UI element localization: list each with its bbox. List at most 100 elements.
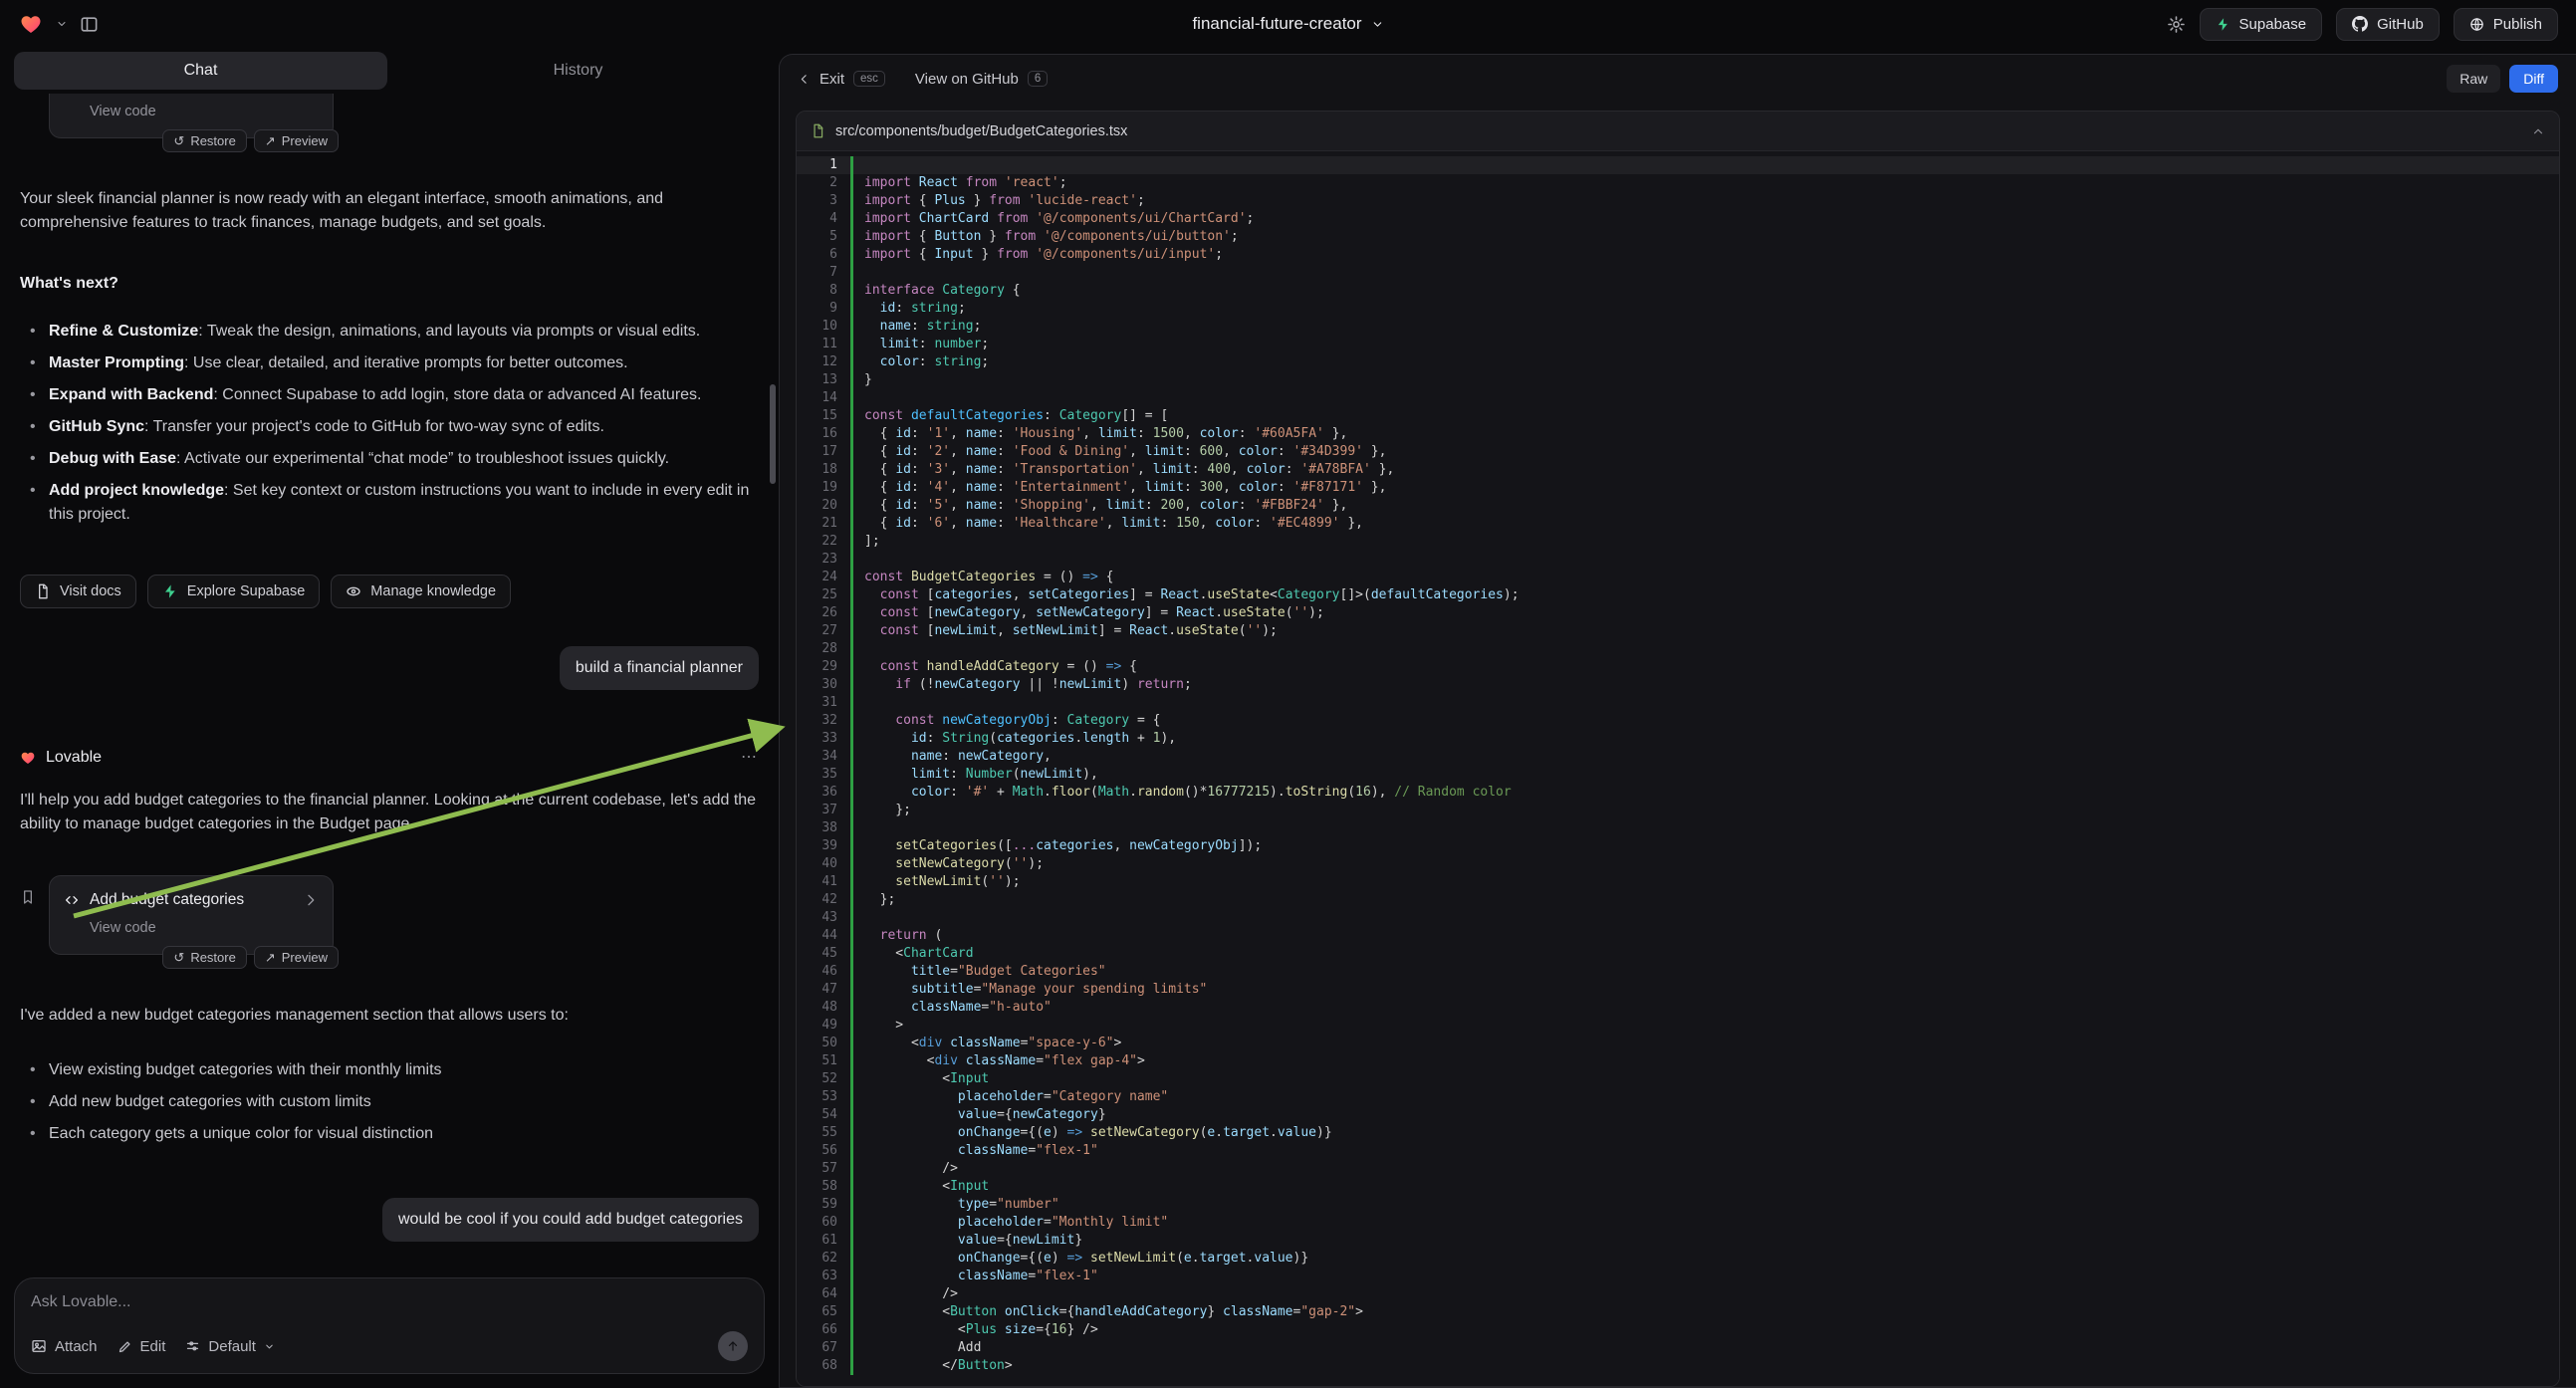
code-text bbox=[853, 551, 864, 569]
composer-toolbar: Attach Edit Default bbox=[31, 1331, 748, 1361]
preview-button[interactable]: ↗Preview bbox=[254, 946, 339, 969]
diff-toggle-button[interactable]: Diff bbox=[2509, 65, 2558, 93]
assistant-name: Lovable bbox=[46, 746, 102, 770]
lovable-logo-icon[interactable] bbox=[18, 12, 44, 36]
code-text: name: string; bbox=[853, 318, 981, 336]
restore-button[interactable]: ↺ Restore bbox=[162, 946, 246, 969]
line-number: 39 bbox=[797, 837, 850, 855]
tab-history[interactable]: History bbox=[391, 52, 765, 90]
code-text: const BudgetCategories = () => { bbox=[853, 569, 1113, 586]
chat-input[interactable] bbox=[31, 1293, 748, 1311]
code-line: 4import ChartCard from '@/components/ui/… bbox=[797, 210, 2559, 228]
message-menu[interactable]: ⋯ bbox=[741, 746, 759, 770]
chat-heading: What's next? bbox=[20, 272, 759, 296]
line-number: 63 bbox=[797, 1268, 850, 1285]
code-text: <Input bbox=[853, 1070, 989, 1088]
line-number: 16 bbox=[797, 425, 850, 443]
line-number: 65 bbox=[797, 1303, 850, 1321]
chip-visit-docs[interactable]: Visit docs bbox=[20, 575, 136, 608]
edit-label: Edit bbox=[140, 1338, 166, 1355]
line-number: 45 bbox=[797, 945, 850, 963]
view-on-github-button[interactable]: View on GitHub 6 bbox=[915, 71, 1048, 88]
view-code-link[interactable]: View code bbox=[90, 918, 319, 940]
line-number: 48 bbox=[797, 999, 850, 1017]
code-line: 33 id: String(categories.length + 1), bbox=[797, 730, 2559, 748]
code-text: className="flex-1" bbox=[853, 1142, 1098, 1160]
code-line: 65 <Button onClick={handleAddCategory} c… bbox=[797, 1303, 2559, 1321]
code-editor[interactable]: 12import React from 'react';3import { Pl… bbox=[797, 151, 2559, 1386]
project-chevron-icon bbox=[1371, 18, 1384, 31]
edit-button[interactable]: Edit bbox=[117, 1338, 166, 1355]
code-line: 66 <Plus size={16} /> bbox=[797, 1321, 2559, 1339]
toggle-sidebar-icon[interactable] bbox=[80, 15, 99, 34]
attach-button[interactable]: Attach bbox=[31, 1338, 98, 1355]
chip-explore-supabase[interactable]: Explore Supabase bbox=[147, 575, 321, 608]
project-name: financial-future-creator bbox=[1192, 14, 1361, 34]
code-text: <ChartCard bbox=[853, 945, 974, 963]
chat-scroll[interactable]: Clean, intuitive navigationFor the desig… bbox=[0, 94, 779, 1270]
restore-label: Restore bbox=[190, 950, 236, 965]
code-text bbox=[853, 640, 864, 658]
raw-toggle-button[interactable]: Raw bbox=[2447, 65, 2500, 93]
sliders-icon bbox=[185, 1339, 200, 1354]
tab-chat[interactable]: Chat bbox=[14, 52, 387, 90]
code-text: limit: number; bbox=[853, 336, 989, 353]
chip-manage-knowledge[interactable]: Manage knowledge bbox=[331, 575, 511, 608]
restore-button[interactable]: ↺Restore bbox=[162, 129, 246, 152]
code-line: 35 limit: Number(newLimit), bbox=[797, 766, 2559, 784]
send-button[interactable] bbox=[718, 1331, 748, 1361]
code-line: 41 setNewLimit(''); bbox=[797, 873, 2559, 891]
chevron-left-icon bbox=[798, 73, 811, 86]
composer: Attach Edit Default bbox=[14, 1277, 765, 1374]
code-card-add-budget-categories[interactable]: Add budget categoriesView code↺Restore↗P… bbox=[49, 875, 334, 955]
code-line: 21 { id: '6', name: 'Healthcare', limit:… bbox=[797, 515, 2559, 533]
code-line: 10 name: string; bbox=[797, 318, 2559, 336]
supabase-button[interactable]: Supabase bbox=[2200, 8, 2323, 41]
exit-label: Exit bbox=[820, 71, 844, 88]
code-text: title="Budget Categories" bbox=[853, 963, 1106, 981]
bullet-item: View existing budget categories with the… bbox=[30, 1058, 759, 1082]
line-number: 9 bbox=[797, 300, 850, 318]
code-text bbox=[853, 264, 864, 282]
default-mode-button[interactable]: Default bbox=[185, 1338, 275, 1355]
line-number: 6 bbox=[797, 246, 850, 264]
restore-icon: ↺ bbox=[173, 951, 184, 964]
bullet-item: Add new budget categories with custom li… bbox=[30, 1090, 759, 1114]
github-button[interactable]: GitHub bbox=[2336, 8, 2440, 41]
line-number: 11 bbox=[797, 336, 850, 353]
line-number: 28 bbox=[797, 640, 850, 658]
line-number: 42 bbox=[797, 891, 850, 909]
line-number: 27 bbox=[797, 622, 850, 640]
code-line: 26 const [newCategory, setNewCategory] =… bbox=[797, 604, 2559, 622]
bookmark-icon bbox=[20, 889, 36, 905]
line-number: 51 bbox=[797, 1052, 850, 1070]
publish-button[interactable]: Publish bbox=[2454, 8, 2558, 41]
code-card-implement-financial-planner[interactable]: Implement financial plannerView code↺Res… bbox=[49, 94, 334, 138]
bullet-item: Add project knowledge: Set key context o… bbox=[30, 479, 759, 527]
bullet-item: Master Prompting: Use clear, detailed, a… bbox=[30, 351, 759, 375]
chat-scrollbar-thumb[interactable] bbox=[770, 384, 776, 484]
publish-label: Publish bbox=[2493, 16, 2542, 33]
code-text: <Button onClick={handleAddCategory} clas… bbox=[853, 1303, 1363, 1321]
bullet-item: GitHub Sync: Transfer your project's cod… bbox=[30, 415, 759, 439]
preview-button[interactable]: ↗Preview bbox=[254, 129, 339, 152]
user-message-row: build a financial planner bbox=[20, 646, 759, 690]
line-number: 5 bbox=[797, 228, 850, 246]
collapse-chevron-icon[interactable] bbox=[2531, 124, 2545, 138]
line-number: 23 bbox=[797, 551, 850, 569]
file-header[interactable]: src/components/budget/BudgetCategories.t… bbox=[797, 112, 2559, 151]
line-number: 55 bbox=[797, 1124, 850, 1142]
workspace-chevron-icon[interactable] bbox=[56, 18, 68, 30]
exit-button[interactable]: Exit esc bbox=[798, 71, 885, 88]
code-line: 37 }; bbox=[797, 802, 2559, 819]
code-text: /> bbox=[853, 1285, 958, 1303]
view-code-link[interactable]: View code bbox=[90, 102, 319, 123]
code-card-actions: ↺Restore ↗Preview bbox=[162, 129, 339, 152]
code-text: import React from 'react'; bbox=[853, 174, 1067, 192]
settings-gear-icon[interactable] bbox=[2167, 15, 2186, 34]
code-text: import { Button } from '@/components/ui/… bbox=[853, 228, 1239, 246]
project-switcher[interactable]: financial-future-creator bbox=[1192, 14, 1383, 34]
chip-label: Manage knowledge bbox=[370, 583, 496, 599]
chat-tabs: Chat History bbox=[14, 52, 765, 90]
code-text: const defaultCategories: Category[] = [ bbox=[853, 407, 1168, 425]
